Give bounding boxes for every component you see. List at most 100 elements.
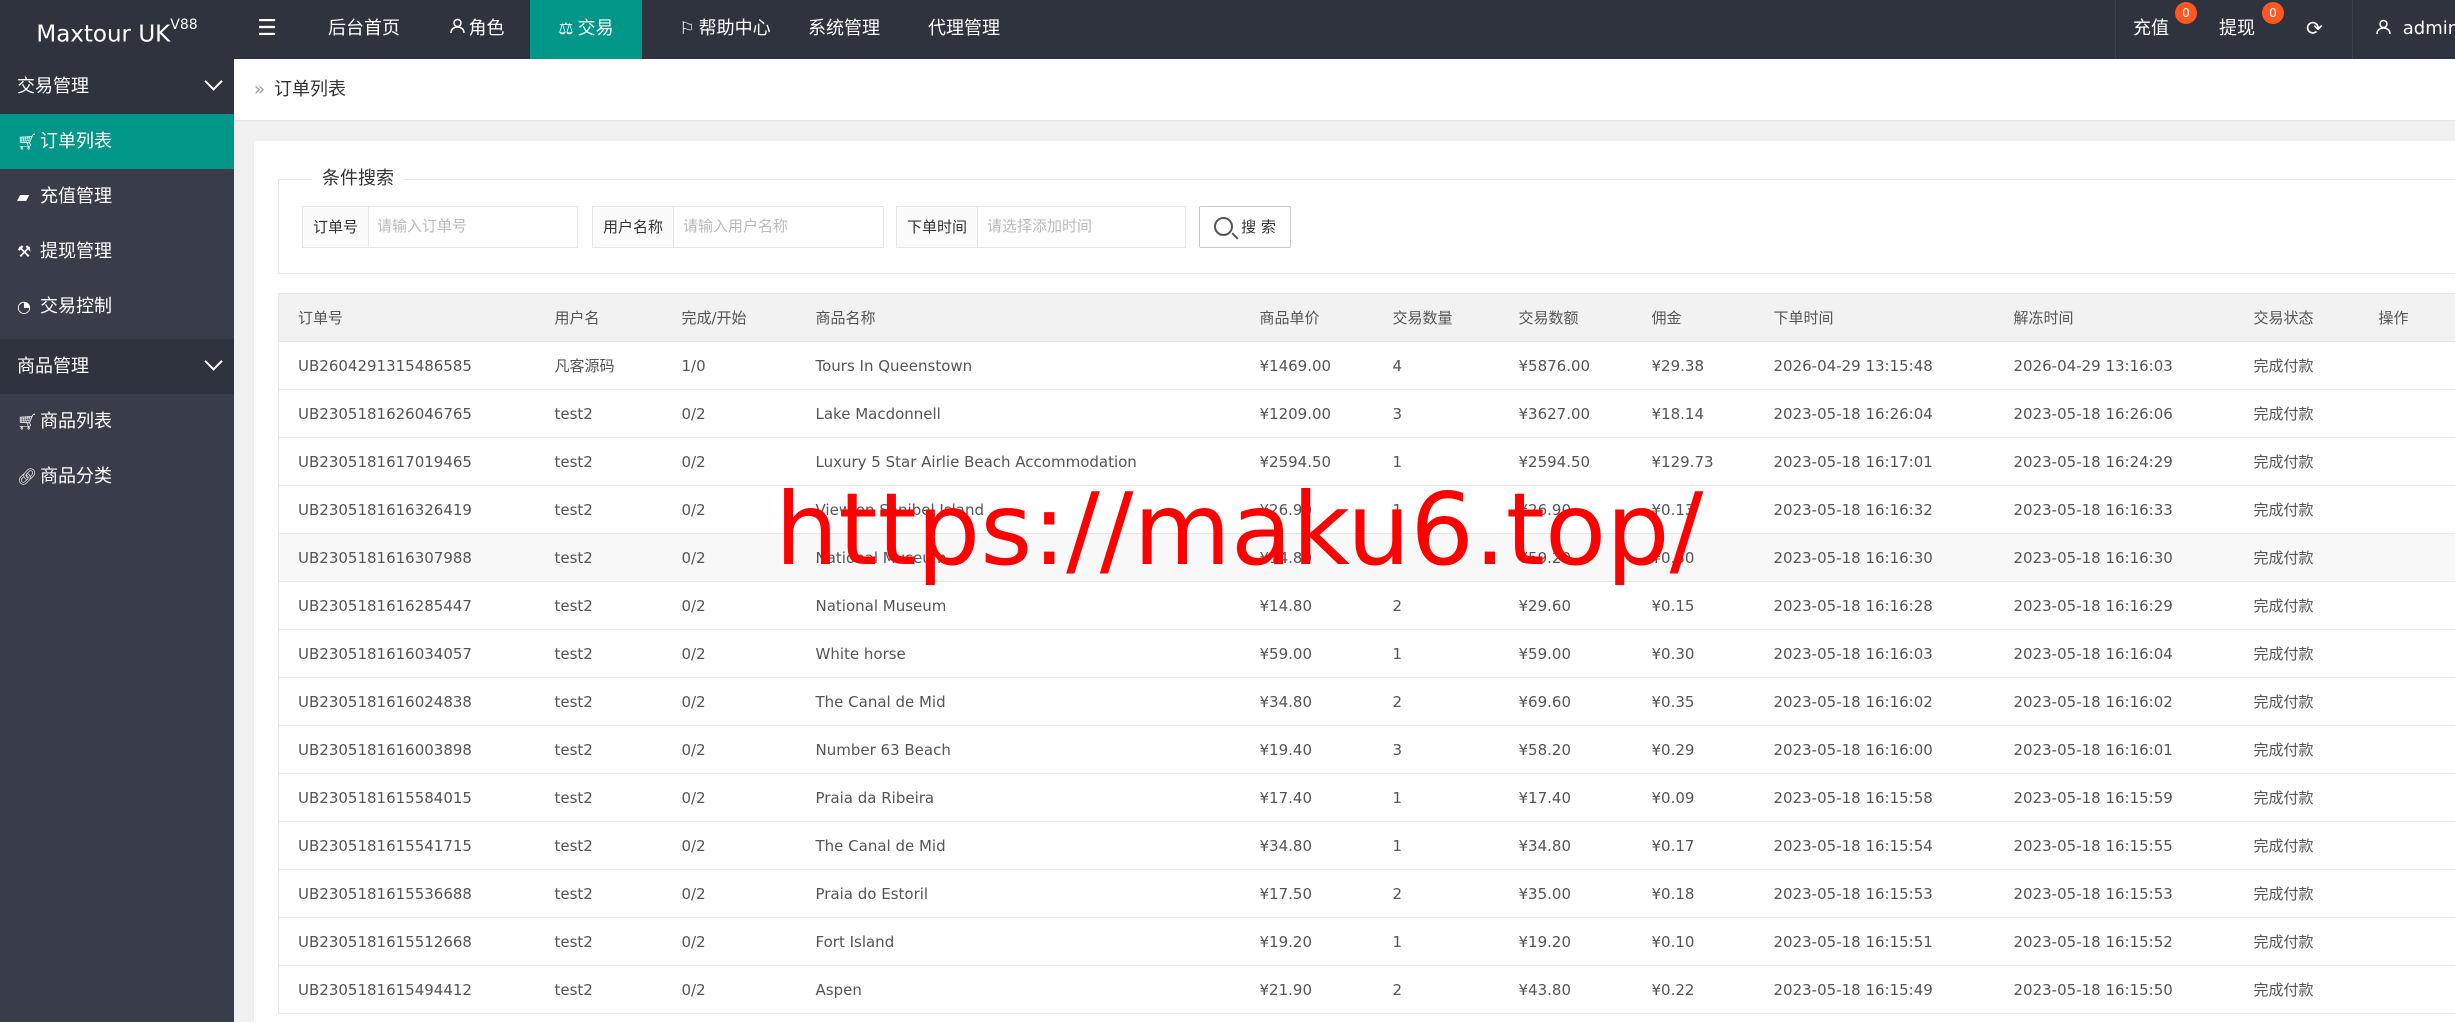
table-cell[interactable] — [2359, 629, 2455, 678]
search-legend: 条件搜索 — [312, 166, 404, 192]
recharge-button[interactable]: 充值 — [2133, 0, 2169, 59]
table-row[interactable]: UB2305181615512668 test2 0/2 Fort Island ¥19… — [278, 917, 2455, 966]
table-cell: 2023-05-18 16:15:53 — [1754, 869, 1995, 918]
watermark-text: https://maku6.top/ — [775, 471, 1704, 588]
table-row[interactable]: UB2305181616034057 test2 0/2 White horse ¥59… — [278, 629, 2455, 678]
table-cell: 完成付款 — [2234, 629, 2360, 678]
table-cell: White horse — [796, 629, 1241, 678]
table-row[interactable]: UB2305181615536688 test2 0/2 Praia do Estor… — [278, 869, 2455, 918]
sidebar-group-trade[interactable]: 交易管理 — [0, 59, 234, 114]
table-cell: 2023-05-18 16:16:33 — [1994, 485, 2235, 534]
table-row[interactable]: UB2604291315486585 凡客源码 1/0 Tours In Queens… — [278, 341, 2455, 390]
order-no-input[interactable] — [367, 207, 577, 245]
table-cell[interactable] — [2359, 437, 2455, 486]
table-cell: 0/2 — [662, 869, 797, 918]
order-time-label: 下单时间 — [897, 207, 979, 247]
table-cell[interactable] — [2359, 917, 2455, 966]
chat-icon: ▰ — [17, 187, 30, 206]
table-cell[interactable] — [2359, 965, 2455, 1014]
link-icon: 🔗︎ — [17, 467, 38, 486]
table-cell: 2023-05-18 16:16:02 — [1994, 677, 2235, 726]
table-cell: UB2305181615541715 — [278, 821, 536, 870]
table-cell[interactable] — [2359, 677, 2455, 726]
table-cell: 完成付款 — [2234, 821, 2360, 870]
nav-agent[interactable]: 代理管理 — [914, 0, 1014, 59]
nav-system[interactable]: 系统管理 — [798, 0, 890, 59]
table-cell: test2 — [535, 485, 663, 534]
username-input[interactable] — [673, 207, 888, 245]
sidebar-group-goods[interactable]: 商品管理 — [0, 339, 234, 394]
table-cell[interactable] — [2359, 485, 2455, 534]
col-header: 下单时间 — [1754, 293, 1995, 342]
withdraw-badge: 0 — [2262, 2, 2284, 24]
menu-toggle-icon[interactable]: ☰ — [245, 0, 289, 59]
table-cell: ¥0.29 — [1632, 725, 1755, 774]
table-cell: 2023-05-18 16:16:30 — [1754, 533, 1995, 582]
gauge-icon: ◔ — [17, 297, 31, 316]
table-cell: 1/0 — [662, 341, 797, 390]
table-cell: 完成付款 — [2234, 389, 2360, 438]
table-cell[interactable] — [2359, 389, 2455, 438]
table-cell: Lake Macdonnell — [796, 389, 1241, 438]
col-header: 用户名 — [535, 293, 663, 342]
sidebar-item-goods-list[interactable]: 🛒︎ 商品列表 — [0, 394, 234, 449]
table-cell: 2023-05-18 16:15:51 — [1754, 917, 1995, 966]
table-cell[interactable] — [2359, 869, 2455, 918]
table-cell: Number 63 Beach — [796, 725, 1241, 774]
table-cell: 2023-05-18 16:24:29 — [1994, 437, 2235, 486]
table-row[interactable]: UB2305181616024838 test2 0/2 The Canal de M… — [278, 677, 2455, 726]
breadcrumb-current[interactable]: 订单列表 — [274, 59, 346, 120]
order-time-field: 下单时间 — [896, 206, 1192, 248]
nav-trade[interactable]: ⚖ 交易 — [530, 0, 642, 59]
order-time-input[interactable] — [977, 207, 1192, 245]
scale-icon: ⚖ — [558, 19, 574, 39]
table-cell[interactable] — [2359, 581, 2455, 630]
table-cell[interactable] — [2359, 773, 2455, 822]
nav-help-label: 帮助中心 — [698, 18, 771, 39]
brand-logo[interactable]: Maxtour UKV88 — [0, 0, 234, 59]
sidebar-item-trade-control[interactable]: ◔ 交易控制 — [0, 279, 234, 334]
table-cell: ¥5876.00 — [1499, 341, 1633, 390]
table-row[interactable]: UB2305181615584015 test2 0/2 Praia da Ribei… — [278, 773, 2455, 822]
table-cell: 3 — [1373, 389, 1500, 438]
brand-name: Maxtour UK — [36, 21, 171, 48]
table-cell: ¥35.00 — [1499, 869, 1633, 918]
table-cell: ¥0.15 — [1632, 581, 1755, 630]
table-row[interactable]: UB2305181615494412 test2 0/2 Aspen ¥21.90 2 ¥4… — [278, 965, 2455, 1014]
table-cell: 0/2 — [662, 773, 797, 822]
sidebar-item-label: 交易控制 — [40, 296, 112, 317]
search-button[interactable]: 搜 索 — [1199, 206, 1291, 248]
sidebar: 交易管理 🛒︎ 订单列表 ▰ 充值管理 ⚒ 提现管理 ◔ 交易控制 商品管理 🛒… — [0, 59, 234, 1022]
cart-icon: 🛒︎ — [17, 412, 38, 431]
table-row[interactable]: UB2305181616003898 test2 0/2 Number 63 Beac… — [278, 725, 2455, 774]
table-cell: UB2305181616003898 — [278, 725, 536, 774]
withdraw-button[interactable]: 提现 — [2219, 0, 2255, 59]
table-cell[interactable] — [2359, 725, 2455, 774]
table-cell: 2023-05-18 16:16:02 — [1754, 677, 1995, 726]
table-cell[interactable] — [2359, 821, 2455, 870]
table-row[interactable]: UB2305181626046765 test2 0/2 Lake Macdonnel… — [278, 389, 2455, 438]
table-cell: test2 — [535, 773, 663, 822]
nav-help[interactable]: ⚐ 帮助中心 — [660, 0, 790, 59]
table-cell: 2023-05-18 16:16:01 — [1994, 725, 2235, 774]
sidebar-item-orders[interactable]: 🛒︎ 订单列表 — [0, 114, 234, 169]
sidebar-group-label: 交易管理 — [17, 76, 89, 97]
table-cell: UB2305181615512668 — [278, 917, 536, 966]
sidebar-item-goods-category[interactable]: 🔗︎ 商品分类 — [0, 449, 234, 504]
table-cell[interactable] — [2359, 533, 2455, 582]
user-menu[interactable]: admin — [2376, 0, 2455, 59]
table-row[interactable]: UB2305181616285447 test2 0/2 National Museu… — [278, 581, 2455, 630]
table-cell: 2023-05-18 16:16:28 — [1754, 581, 1995, 630]
table-cell: 2 — [1373, 965, 1500, 1014]
table-cell: 2023-05-18 16:15:49 — [1754, 965, 1995, 1014]
sidebar-item-recharge[interactable]: ▰ 充值管理 — [0, 169, 234, 224]
refresh-icon[interactable]: ⟳ — [2306, 0, 2323, 59]
table-cell: ¥17.50 — [1240, 869, 1374, 918]
nav-home[interactable]: 后台首页 — [312, 0, 416, 59]
table-row[interactable]: UB2305181615541715 test2 0/2 The Canal de M… — [278, 821, 2455, 870]
nav-roles[interactable]: 角色 — [432, 0, 522, 59]
table-cell: test2 — [535, 389, 663, 438]
table-cell[interactable] — [2359, 341, 2455, 390]
sidebar-item-withdraw[interactable]: ⚒ 提现管理 — [0, 224, 234, 279]
table-header-row: 订单号 用户名 完成/开始 商品名称 商品单价 交易数量 交易数额 佣金 下单时… — [278, 293, 2455, 342]
